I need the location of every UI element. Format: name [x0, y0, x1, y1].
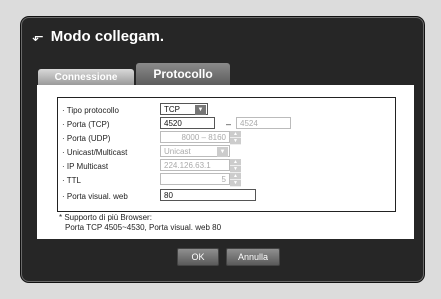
ttl-spinner: ▲ ▼	[230, 173, 241, 187]
unicast-multicast-value: Unicast	[164, 147, 191, 156]
port-tcp-end-field: 4524	[236, 117, 291, 129]
note-line-2: Porta TCP 4505~4530, Porta visual. web 8…	[65, 223, 222, 232]
protocol-type-value: TCP	[164, 105, 180, 114]
browser-support-note: * Supporto di più Browser: Porta TCP 450…	[59, 213, 221, 233]
dialog-title-bar: ⬐ Modo collegam.	[32, 25, 164, 47]
spin-up-icon: ▲	[230, 159, 241, 166]
unicast-multicast-select: Unicast ▼	[160, 145, 230, 157]
spin-up-icon: ▲	[230, 131, 241, 138]
settings-box: · Tipo protocollo TCP ▼ · Porta (TCP) 45…	[57, 97, 396, 212]
ip-multicast-label: · IP Multicast	[62, 162, 109, 171]
protocol-panel: · Tipo protocollo TCP ▼ · Porta (TCP) 45…	[37, 85, 414, 239]
ip-multicast-spinner: ▲ ▼	[230, 159, 241, 173]
port-tcp-input[interactable]: 4520	[160, 117, 215, 129]
port-range-separator: –	[226, 119, 232, 129]
web-port-label: · Porta visual. web	[62, 192, 128, 201]
spin-down-icon: ▼	[230, 138, 241, 145]
protocol-type-label: · Tipo protocollo	[62, 106, 119, 115]
port-tcp-label: · Porta (TCP)	[62, 120, 110, 129]
chevron-down-icon: ▼	[195, 105, 206, 115]
ok-button[interactable]: OK	[177, 248, 219, 266]
web-port-input[interactable]: 80	[160, 189, 256, 201]
protocol-type-select[interactable]: TCP ▼	[160, 103, 208, 115]
unicast-multicast-label: · Unicast/Multicast	[62, 148, 128, 157]
tab-connessione[interactable]: Connessione	[38, 69, 134, 85]
port-udp-spinner: ▲ ▼	[230, 131, 241, 145]
cancel-button[interactable]: Annulla	[226, 248, 280, 266]
port-udp-field: 8000 – 8160	[160, 131, 230, 143]
port-udp-label: · Porta (UDP)	[62, 134, 111, 143]
network-port-icon: ⬐	[32, 27, 44, 44]
ttl-field: 5	[160, 173, 230, 185]
spin-down-icon: ▼	[230, 180, 241, 187]
chevron-down-icon: ▼	[217, 147, 228, 157]
spin-up-icon: ▲	[230, 173, 241, 180]
ttl-label: · TTL	[62, 176, 81, 185]
spin-down-icon: ▼	[230, 166, 241, 173]
ip-multicast-field: 224.126.63.1	[160, 159, 230, 171]
note-line-1: * Supporto di più Browser:	[59, 213, 152, 222]
tab-protocollo[interactable]: Protocollo	[136, 63, 230, 85]
dialog-title: Modo collegam.	[50, 27, 165, 45]
connection-mode-dialog: ⬐ Modo collegam. Connessione Protocollo …	[21, 17, 424, 282]
